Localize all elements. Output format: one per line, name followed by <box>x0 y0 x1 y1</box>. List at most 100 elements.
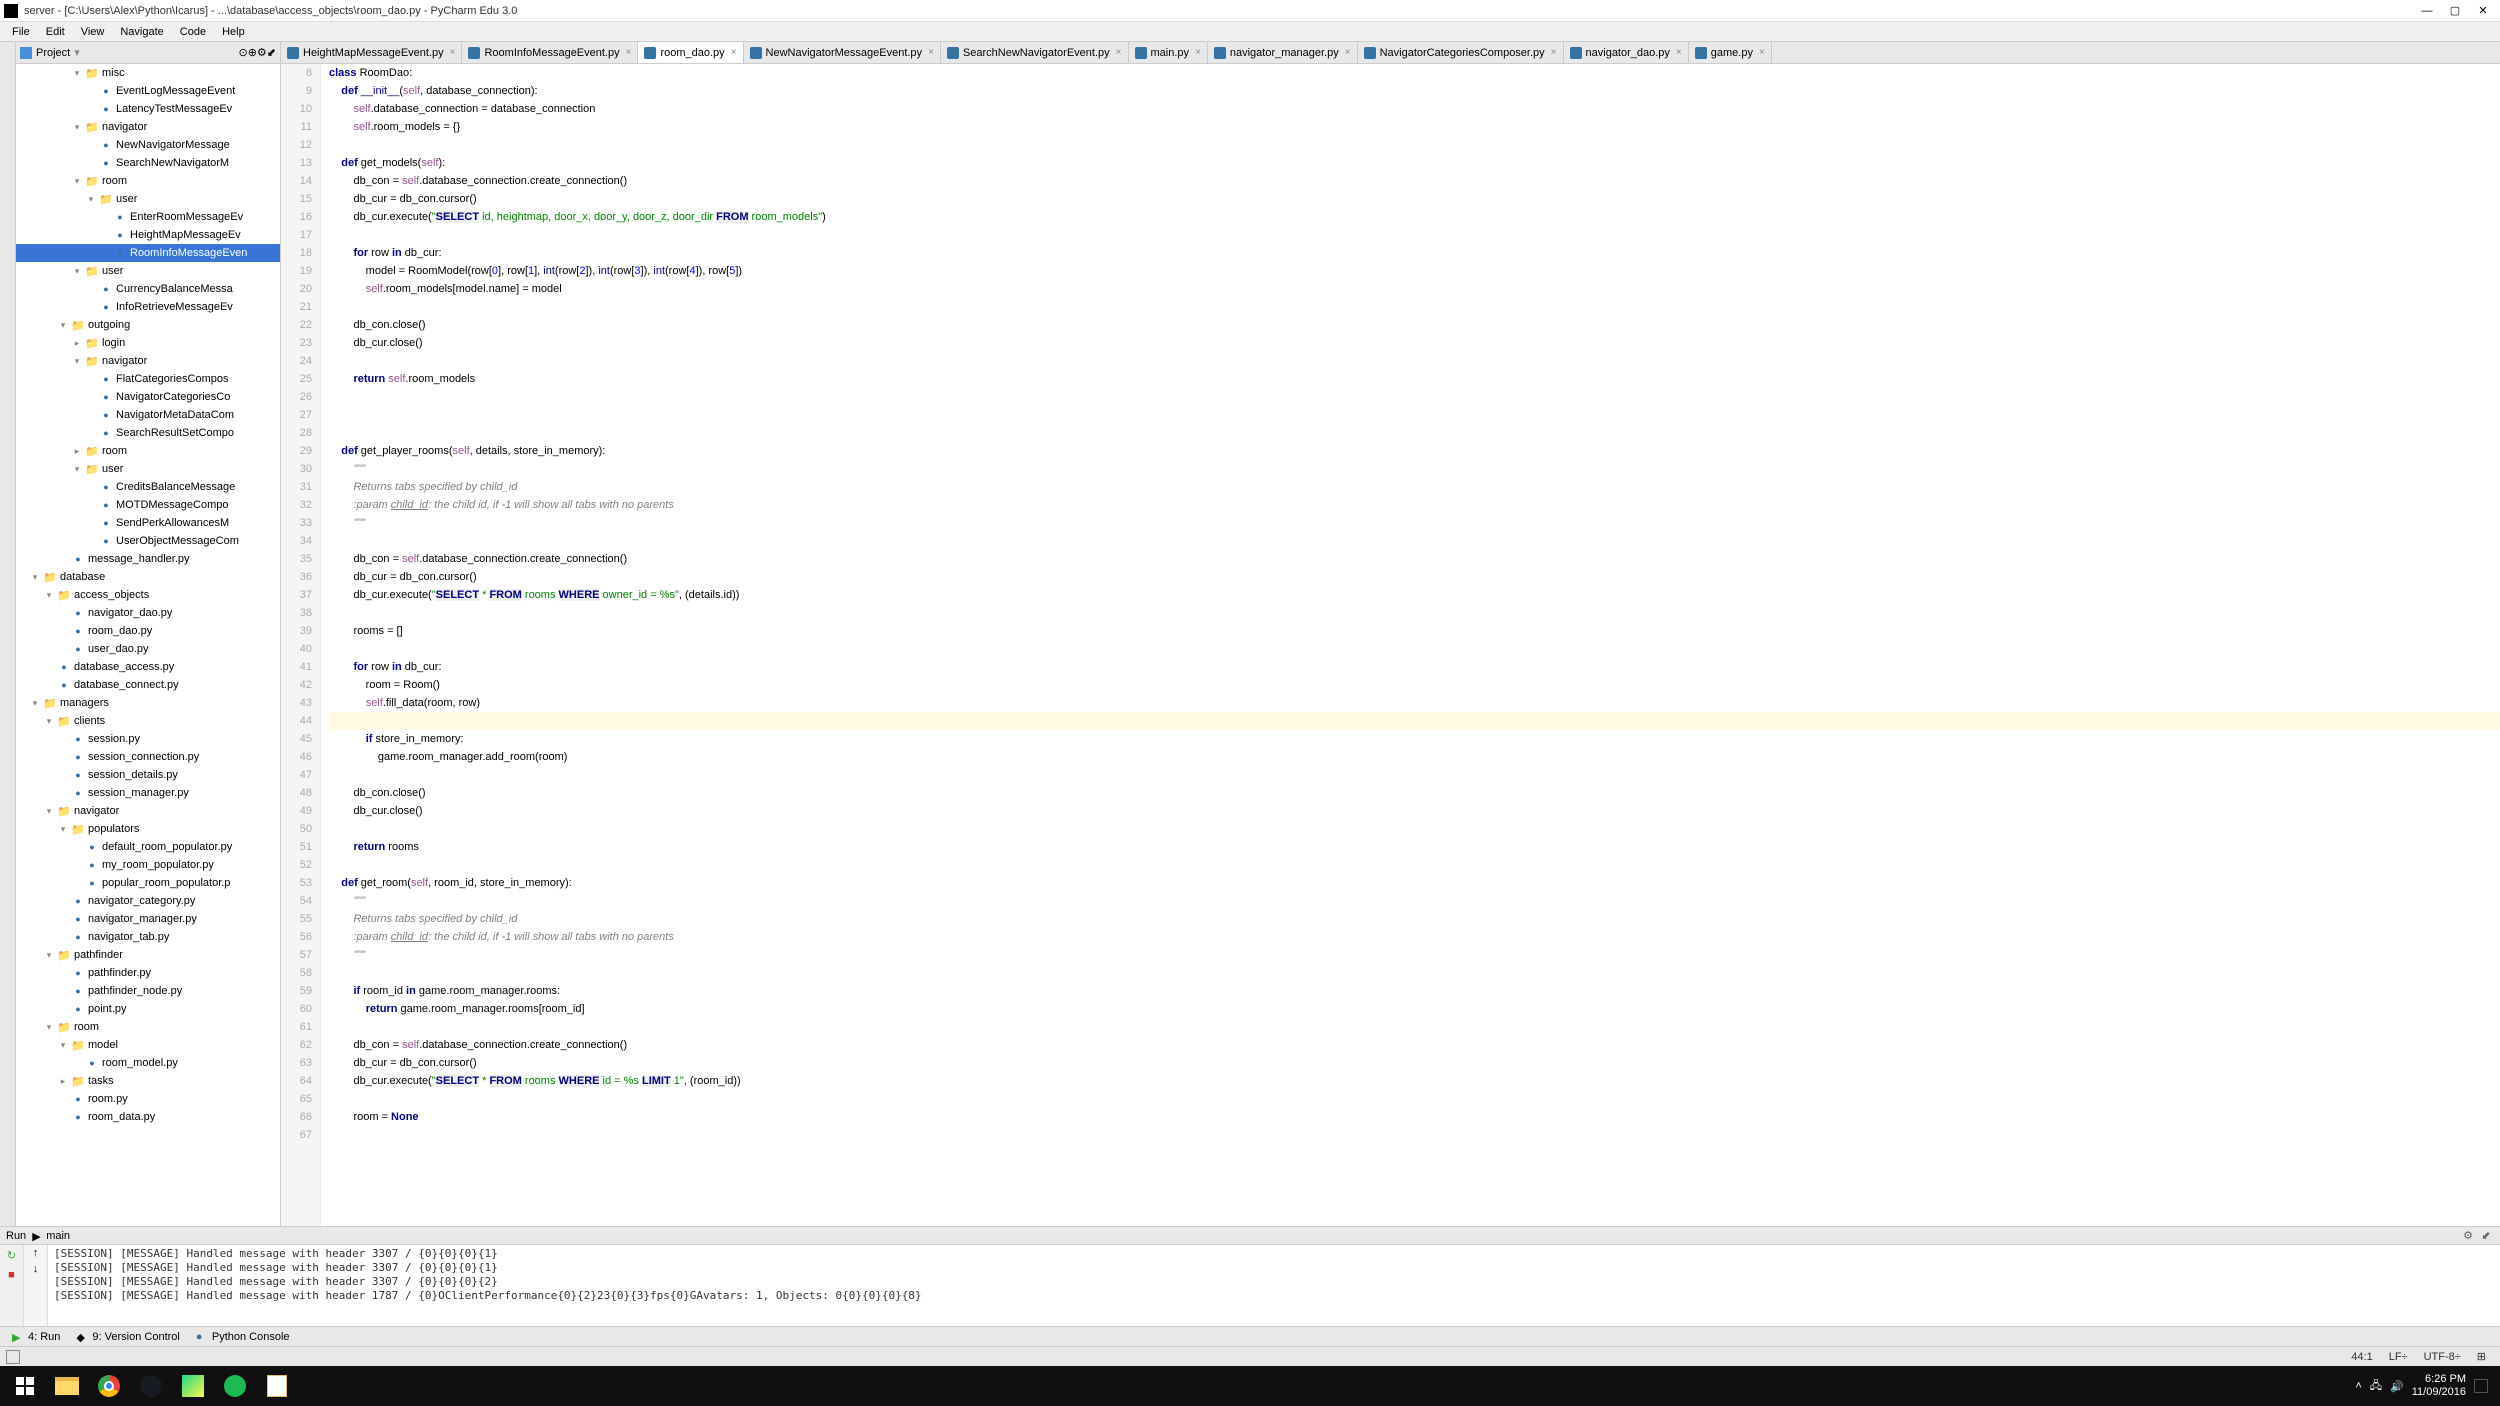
expand-icon[interactable]: ▾ <box>58 824 68 835</box>
code-line[interactable]: rooms = [] <box>329 622 2500 640</box>
taskbar-clock[interactable]: 6:26 PM 11/09/2016 <box>2412 1373 2466 1399</box>
code-line[interactable]: db_con = self.database_connection.create… <box>329 550 2500 568</box>
lock-icon[interactable]: ⊞ <box>2477 1350 2486 1363</box>
tree-node[interactable]: ●LatencyTestMessageEv <box>16 100 280 118</box>
code-line[interactable]: if room_id in game.room_manager.rooms: <box>329 982 2500 1000</box>
editor-tab[interactable]: main.py× <box>1129 42 1208 63</box>
rerun-icon[interactable]: ↻ <box>4 1247 20 1263</box>
expand-icon[interactable]: ▾ <box>72 122 82 133</box>
editor-tab[interactable]: HeightMapMessageEvent.py× <box>281 42 462 63</box>
code-line[interactable] <box>329 406 2500 424</box>
code-line[interactable]: """ <box>329 514 2500 532</box>
system-tray[interactable]: ˄ 🖧 🔊 6:26 PM 11/09/2016 <box>2355 1373 2496 1399</box>
close-tab-icon[interactable]: × <box>1759 47 1765 58</box>
editor-tab[interactable]: navigator_dao.py× <box>1564 42 1689 63</box>
caret-position[interactable]: 44:1 <box>2351 1351 2372 1363</box>
expand-icon[interactable]: ▾ <box>72 68 82 79</box>
run-tab[interactable]: ▶ 4: Run <box>4 1331 68 1343</box>
code-line[interactable]: room = Room() <box>329 676 2500 694</box>
tree-node[interactable]: ●EnterRoomMessageEv <box>16 208 280 226</box>
tree-node[interactable]: ▾📁user <box>16 460 280 478</box>
tree-node[interactable]: ●pathfinder.py <box>16 964 280 982</box>
code-line[interactable]: def __init__(self, database_connection): <box>329 82 2500 100</box>
code-line[interactable] <box>329 532 2500 550</box>
chrome-icon[interactable] <box>89 1368 129 1404</box>
close-tab-icon[interactable]: × <box>1195 47 1201 58</box>
tree-node[interactable]: ▾📁navigator <box>16 802 280 820</box>
code-line[interactable]: db_con.close() <box>329 784 2500 802</box>
gear-icon[interactable]: ⚙ <box>257 46 267 59</box>
menu-code[interactable]: Code <box>172 26 214 38</box>
tree-node[interactable]: ●EventLogMessageEvent <box>16 82 280 100</box>
tree-node[interactable]: ●NavigatorCategoriesCo <box>16 388 280 406</box>
code-line[interactable]: db_cur.close() <box>329 334 2500 352</box>
code-line[interactable]: db_cur.execute("SELECT * FROM rooms WHER… <box>329 1072 2500 1090</box>
tree-node[interactable]: ●navigator_tab.py <box>16 928 280 946</box>
tree-node[interactable]: ●room.py <box>16 1090 280 1108</box>
tree-node[interactable]: ●RoomInfoMessageEven <box>16 244 280 262</box>
code-line[interactable]: db_cur.execute("SELECT * FROM rooms WHER… <box>329 586 2500 604</box>
tree-node[interactable]: ●database_connect.py <box>16 676 280 694</box>
tree-node[interactable]: ●message_handler.py <box>16 550 280 568</box>
tree-node[interactable]: ●SearchResultSetCompo <box>16 424 280 442</box>
tree-node[interactable]: ●navigator_dao.py <box>16 604 280 622</box>
code-line[interactable] <box>329 136 2500 154</box>
expand-icon[interactable]: ▾ <box>44 590 54 601</box>
close-button[interactable]: ✕ <box>2470 2 2496 20</box>
code-line[interactable]: db_cur.execute("SELECT id, heightmap, do… <box>329 208 2500 226</box>
tree-node[interactable]: ●CurrencyBalanceMessa <box>16 280 280 298</box>
code-line[interactable]: """ <box>329 460 2500 478</box>
expand-icon[interactable]: ▸ <box>58 1076 68 1087</box>
run-config-name[interactable]: main <box>46 1230 70 1242</box>
code-line[interactable] <box>329 766 2500 784</box>
statusbar-icon[interactable] <box>6 1350 20 1364</box>
editor-tab[interactable]: NewNavigatorMessageEvent.py× <box>744 42 941 63</box>
panel-hide-icon[interactable]: ⬋ <box>2478 1228 2494 1244</box>
file-explorer-icon[interactable] <box>47 1368 87 1404</box>
code-line[interactable]: def get_models(self): <box>329 154 2500 172</box>
tree-node[interactable]: ●SendPerkAllowancesM <box>16 514 280 532</box>
code-line[interactable]: model = RoomModel(row[0], row[1], int(ro… <box>329 262 2500 280</box>
code-line[interactable]: db_cur.close() <box>329 802 2500 820</box>
code-line[interactable] <box>329 226 2500 244</box>
expand-icon[interactable]: ▾ <box>86 194 96 205</box>
python-console-tab[interactable]: ● Python Console <box>188 1331 298 1343</box>
tree-node[interactable]: ●InfoRetrieveMessageEv <box>16 298 280 316</box>
up-icon[interactable]: ↑ <box>33 1247 39 1259</box>
file-encoding[interactable]: UTF-8÷ <box>2424 1351 2461 1363</box>
tree-node[interactable]: ●point.py <box>16 1000 280 1018</box>
expand-icon[interactable]: ▾ <box>58 320 68 331</box>
pycharm-icon[interactable] <box>173 1368 213 1404</box>
expand-icon[interactable]: ▸ <box>72 446 82 457</box>
menu-view[interactable]: View <box>73 26 113 38</box>
tree-node[interactable]: ●SearchNewNavigatorM <box>16 154 280 172</box>
code-line[interactable]: for row in db_cur: <box>329 658 2500 676</box>
tree-node[interactable]: ▸📁room <box>16 442 280 460</box>
tree-node[interactable]: ▾📁user <box>16 262 280 280</box>
close-tab-icon[interactable]: × <box>450 47 456 58</box>
expand-icon[interactable]: ▾ <box>44 950 54 961</box>
code-line[interactable]: self.room_models = {} <box>329 118 2500 136</box>
code-line[interactable]: """ <box>329 892 2500 910</box>
code-area[interactable]: 8910111213141516171819202122232425262728… <box>281 64 2500 1226</box>
expand-icon[interactable]: ▾ <box>44 1022 54 1033</box>
code-line[interactable] <box>329 1018 2500 1036</box>
chevron-down-icon[interactable]: ▾ <box>74 46 80 59</box>
tree-node[interactable]: ▾📁database <box>16 568 280 586</box>
tree-node[interactable]: ●NavigatorMetaDataCom <box>16 406 280 424</box>
tree-node[interactable]: ●CreditsBalanceMessage <box>16 478 280 496</box>
code-line[interactable] <box>329 964 2500 982</box>
start-button[interactable] <box>5 1368 45 1404</box>
code-line[interactable] <box>329 820 2500 838</box>
expand-icon[interactable]: ▾ <box>44 806 54 817</box>
expand-icon[interactable]: ▾ <box>72 464 82 475</box>
code-line[interactable] <box>329 298 2500 316</box>
hide-icon[interactable]: ⬋ <box>267 46 276 59</box>
panel-settings-icon[interactable]: ⚙ <box>2460 1228 2476 1244</box>
project-tree[interactable]: Project ▾ ⊙ ⊕ ⚙ ⬋ ▾📁misc●EventLogMessage… <box>16 42 281 1226</box>
line-separator[interactable]: LF÷ <box>2389 1351 2408 1363</box>
code-line[interactable]: db_cur = db_con.cursor() <box>329 190 2500 208</box>
code-line[interactable]: for row in db_cur: <box>329 244 2500 262</box>
menu-edit[interactable]: Edit <box>38 26 73 38</box>
code-line[interactable]: if store_in_memory: <box>329 730 2500 748</box>
